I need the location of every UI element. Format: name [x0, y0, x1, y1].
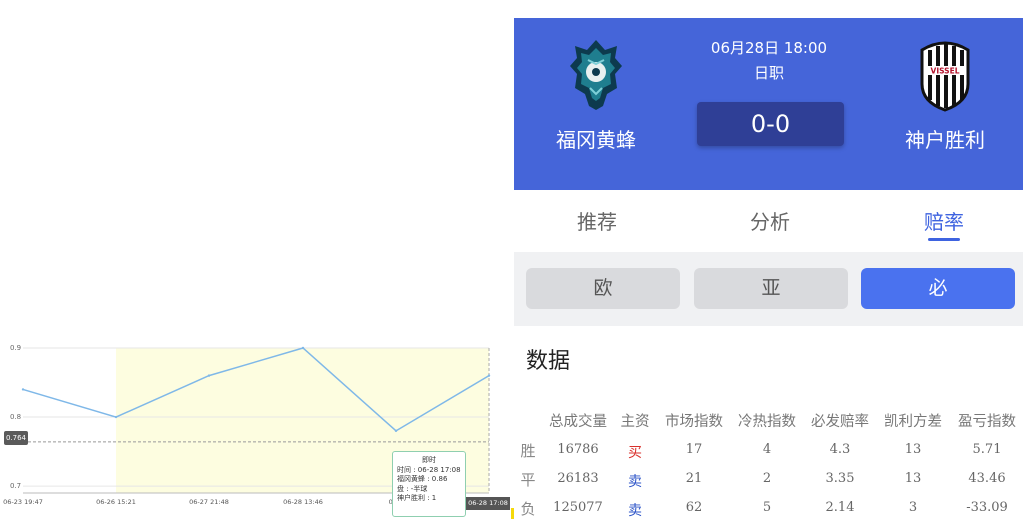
crosshair-value-tag: 0.764: [4, 431, 28, 445]
x-tick-label: 06-26 15:21: [96, 498, 136, 506]
data-point: [487, 374, 491, 377]
data-point: [114, 415, 118, 419]
table-header-cell: 总成交量: [549, 414, 607, 430]
main-tabs: 推荐 分析 赔率: [514, 190, 1023, 252]
table-cell: 43.46: [968, 471, 1006, 486]
away-team-name: 神户胜利: [905, 128, 985, 152]
tab-recommend[interactable]: 推荐: [537, 206, 657, 235]
table-cell: 2: [762, 471, 772, 486]
section-title: 数据: [526, 349, 571, 374]
table-cell: 2.14: [825, 500, 855, 515]
tooltip-title: 即时: [422, 456, 436, 464]
table-cell: 125077: [553, 500, 603, 515]
match-panel: 福冈黄蜂 06月28日 18:00 日职 0-0 VISSEL 神户胜利 推荐 …: [514, 18, 1023, 519]
table-cell: 17: [685, 442, 703, 457]
match-date-time: 06月28日 18:00: [710, 39, 828, 57]
data-point: [21, 388, 25, 391]
league-name: 日职: [753, 64, 784, 82]
match-header: 福冈黄蜂 06月28日 18:00 日职 0-0 VISSEL 神户胜利: [514, 18, 1023, 190]
x-tick-label: 06-23 19:47: [3, 498, 43, 506]
table-cell: 卖: [628, 474, 642, 490]
table-row: 胜 16786 买 17 4 4.3 13 5.71: [514, 442, 1023, 470]
row-label: 平: [520, 471, 536, 489]
table-cell: 4.3: [829, 442, 851, 457]
active-tab-indicator: [928, 238, 960, 241]
table-cell: -33.09: [966, 500, 1008, 515]
table-row: 负 125077 卖 62 5 2.14 3 -33.09: [514, 500, 1023, 528]
table-cell: 5.71: [972, 442, 1002, 457]
tooltip-line: 神户胜利 : 1: [397, 494, 437, 502]
y-tick-label: 0.7: [10, 482, 21, 490]
subtab-asia[interactable]: 亚: [694, 268, 848, 309]
crosshair-time-tag: 06-28 17:08: [466, 497, 510, 510]
table-header-cell: 主资: [620, 414, 650, 430]
table-header-cell: 盈亏指数: [958, 414, 1016, 430]
table-row: 平 26183 卖 21 2 3.35 13 43.46: [514, 471, 1023, 499]
table-cell: 4: [762, 442, 772, 457]
row-label: 胜: [520, 442, 536, 460]
table-header-cell: 必发赔率: [811, 414, 869, 430]
home-team-logo-icon: [570, 40, 622, 110]
away-logo-text: VISSEL: [931, 67, 960, 76]
chart-tooltip: 即时 时间 : 06-28 17:08 福冈黄蜂 : 0.86 盘 : -半球 …: [392, 451, 466, 517]
table-cell: 3: [908, 500, 918, 515]
tooltip-line: 时间 : 06-28 17:08: [397, 465, 461, 474]
table-cell: 5: [762, 500, 772, 515]
table-header-cell: 冷热指数: [738, 414, 796, 430]
row-label: 负: [520, 500, 536, 518]
odds-type-tabs: 欧 亚 必: [514, 252, 1023, 326]
y-tick-label: 0.8: [10, 413, 21, 421]
tooltip-line: 盘 : -半球: [397, 484, 428, 493]
table-header-cell: 凯利方差: [884, 414, 942, 430]
subtab-europe[interactable]: 欧: [526, 268, 680, 309]
table-header-row: 总成交量 主资 市场指数 冷热指数 必发赔率 凯利方差 盈亏指数: [514, 410, 1023, 438]
data-point: [301, 346, 305, 350]
home-team-name: 福冈黄蜂: [556, 128, 636, 152]
data-point: [207, 374, 211, 377]
table-cell: 26183: [557, 471, 599, 486]
table-cell: 16786: [557, 442, 599, 457]
x-tick-label: 06-28 13:46: [283, 498, 323, 506]
subtab-betfair[interactable]: 必: [861, 268, 1015, 309]
table-cell: 3.35: [825, 471, 855, 486]
x-tick-label: 06-27 21:48: [189, 498, 229, 506]
table-cell: 13: [904, 442, 922, 457]
tab-odds[interactable]: 赔率: [884, 206, 1004, 235]
table-cell: 62: [685, 500, 703, 515]
table-cell: 13: [904, 471, 922, 486]
table-cell: 21: [685, 471, 703, 486]
match-score: 0-0: [697, 102, 844, 146]
away-team-logo-icon: VISSEL: [920, 41, 970, 112]
data-point: [394, 429, 398, 433]
tab-analysis[interactable]: 分析: [710, 206, 830, 235]
table-header-cell: 市场指数: [665, 414, 723, 430]
table-cell: 买: [628, 445, 642, 461]
y-tick-label: 0.9: [10, 344, 21, 352]
tooltip-line: 福冈黄蜂 : 0.86: [397, 475, 448, 483]
table-cell: 卖: [628, 503, 642, 519]
